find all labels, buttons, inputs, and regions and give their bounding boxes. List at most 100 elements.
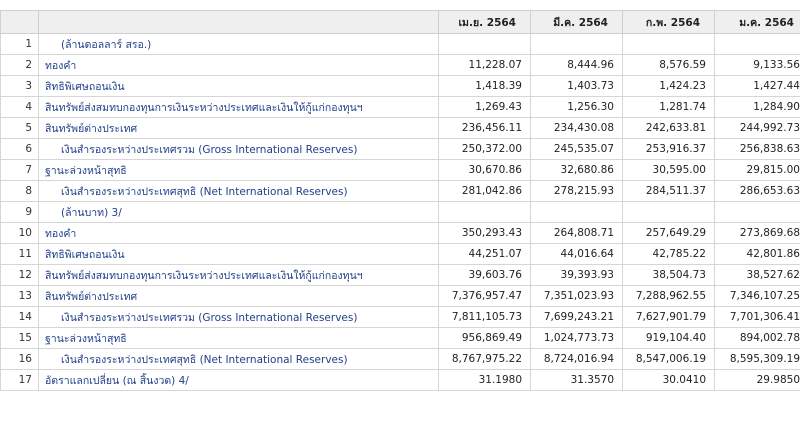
value-cell: 7,288,962.55 xyxy=(622,285,715,307)
value-cell: 7,699,243.21 xyxy=(530,306,623,328)
value-cell: 38,527.62 xyxy=(714,264,800,286)
value-cell: 39,603.76 xyxy=(438,264,531,286)
value-cell: 1,281.74 xyxy=(622,96,715,118)
row-label-link[interactable]: เงินสำรองระหว่างประเทศสุทธิ (Net Interna… xyxy=(38,348,439,370)
column-header-apr-2564[interactable]: เม.ย. 2564 xyxy=(438,10,531,34)
value-cell xyxy=(438,33,531,55)
table-row: 17 อัตราแลกเปลี่ยน (ณ สิ้นงวด) 4/31.1980 3… xyxy=(0,369,800,391)
value-cell: 8,595,309.19 xyxy=(714,348,800,370)
value-cell: 956,869.49 xyxy=(438,327,531,349)
value-cell: 242,633.81 xyxy=(622,117,715,139)
row-number: 17 xyxy=(0,369,39,391)
row-label-link[interactable]: ทองคำ xyxy=(38,54,439,76)
header-row: เม.ย. 2564 มี.ค. 2564 ก.พ. 2564 ม.ค. 256… xyxy=(0,10,800,34)
row-label-link[interactable]: ฐานะล่วงหน้าสุทธิ xyxy=(38,327,439,349)
value-cell xyxy=(714,201,800,223)
row-label-link[interactable]: ฐานะล่วงหน้าสุทธิ xyxy=(38,159,439,181)
value-cell: 257,649.29 xyxy=(622,222,715,244)
value-cell: 31.3570 xyxy=(530,369,623,391)
reserves-table-container: เม.ย. 2564 มี.ค. 2564 ก.พ. 2564 ม.ค. 256… xyxy=(0,10,800,391)
table-row: 3 สิทธิพิเศษถอนเงิน 1,418.39 1,403.73 1,424.… xyxy=(0,75,800,97)
value-cell: 1,024,773.73 xyxy=(530,327,623,349)
row-number: 12 xyxy=(0,264,39,286)
row-label-link[interactable]: เงินสำรองระหว่างประเทศรวม (Gross Interna… xyxy=(38,138,439,160)
value-cell: 8,547,006.19 xyxy=(622,348,715,370)
table-row: 6 เงินสำรองระหว่างประเทศรวม (Gross Intern… xyxy=(0,138,800,160)
row-number: 11 xyxy=(0,243,39,265)
row-label-link[interactable]: อัตราแลกเปลี่ยน (ณ สิ้นงวด) 4/ xyxy=(38,369,439,391)
value-cell: 1,403.73 xyxy=(530,75,623,97)
row-number: 2 xyxy=(0,54,39,76)
value-cell: 8,724,016.94 xyxy=(530,348,623,370)
row-number: 7 xyxy=(0,159,39,181)
value-cell: 29,815.00 xyxy=(714,159,800,181)
value-cell: 42,801.86 xyxy=(714,243,800,265)
row-label-link[interactable]: สิทธิพิเศษถอนเงิน xyxy=(38,75,439,97)
value-cell: 32,680.86 xyxy=(530,159,623,181)
row-label-link[interactable]: สิทธิพิเศษถอนเงิน xyxy=(38,243,439,265)
value-cell: 7,627,901.79 xyxy=(622,306,715,328)
row-number: 10 xyxy=(0,222,39,244)
value-cell xyxy=(622,201,715,223)
value-cell: 7,701,306.41 xyxy=(714,306,800,328)
row-label-link[interactable]: ทองคำ xyxy=(38,222,439,244)
table-row: 11 สิทธิพิเศษถอนเงิน 44,251.07 44,016.64 42,… xyxy=(0,243,800,265)
value-cell: 244,992.73 xyxy=(714,117,800,139)
column-header-jan-2564[interactable]: ม.ค. 2564 xyxy=(714,10,800,34)
value-cell: 1,418.39 xyxy=(438,75,531,97)
value-cell xyxy=(530,201,623,223)
value-cell: 31.1980 xyxy=(438,369,531,391)
table-row: 1 (ล้านดอลลาร์ สรอ.) xyxy=(0,33,800,55)
table-row: 9 (ล้านบาท) 3/ xyxy=(0,201,800,223)
table-row: 14 เงินสำรองระหว่างประเทศรวม (Gross Inter… xyxy=(0,306,800,328)
table-row: 12 สินทรัพย์ส่งสมทบกองทุนการเงินระหว่างปร… xyxy=(0,264,800,286)
value-cell: 7,376,957.47 xyxy=(438,285,531,307)
value-cell: 286,653.63 xyxy=(714,180,800,202)
value-cell: 44,016.64 xyxy=(530,243,623,265)
table-row: 4 สินทรัพย์ส่งสมทบกองทุนการเงินระหว่างประ… xyxy=(0,96,800,118)
table-row: 2 ทองคำ 11,228.07 8,444.96 8,576.59 9,133.56 xyxy=(0,54,800,76)
column-header-mar-2564[interactable]: มี.ค. 2564 xyxy=(530,10,623,34)
value-cell xyxy=(714,33,800,55)
table-row: 10 ทองคำ 350,293.43 264,808.71 257,649.29 273… xyxy=(0,222,800,244)
row-number: 1 xyxy=(0,33,39,55)
value-cell: 11,228.07 xyxy=(438,54,531,76)
value-cell xyxy=(622,33,715,55)
row-number: 14 xyxy=(0,306,39,328)
table-row: 15 ฐานะล่วงหน้าสุทธิ 956,869.49 1,024,773.7… xyxy=(0,327,800,349)
value-cell: 9,133.56 xyxy=(714,54,800,76)
value-cell: 273,869.68 xyxy=(714,222,800,244)
row-number: 13 xyxy=(0,285,39,307)
value-cell: 7,346,107.25 xyxy=(714,285,800,307)
value-cell: 42,785.22 xyxy=(622,243,715,265)
row-label-link[interactable]: สินทรัพย์ต่างประเทศ xyxy=(38,285,439,307)
row-number: 9 xyxy=(0,201,39,223)
value-cell: 8,767,975.22 xyxy=(438,348,531,370)
row-label-link[interactable]: สินทรัพย์ต่างประเทศ xyxy=(38,117,439,139)
value-cell: 29.9850 xyxy=(714,369,800,391)
table-row: 7 ฐานะล่วงหน้าสุทธิ 30,670.86 32,680.86 30,5… xyxy=(0,159,800,181)
value-cell: 278,215.93 xyxy=(530,180,623,202)
value-cell: 1,256.30 xyxy=(530,96,623,118)
row-label-link[interactable]: เงินสำรองระหว่างประเทศรวม (Gross Interna… xyxy=(38,306,439,328)
value-cell xyxy=(530,33,623,55)
header-label xyxy=(38,10,439,34)
row-label-link[interactable]: (ล้านดอลลาร์ สรอ.) xyxy=(38,33,439,55)
row-number: 6 xyxy=(0,138,39,160)
column-header-feb-2564[interactable]: ก.พ. 2564 xyxy=(622,10,715,34)
row-label-link[interactable]: สินทรัพย์ส่งสมทบกองทุนการเงินระหว่างประเ… xyxy=(38,264,439,286)
value-cell: 30.0410 xyxy=(622,369,715,391)
row-label-link[interactable]: เงินสำรองระหว่างประเทศสุทธิ (Net Interna… xyxy=(38,180,439,202)
table-row: 13 สินทรัพย์ต่างประเทศ 7,376,957.47 7,351,0… xyxy=(0,285,800,307)
value-cell: 284,511.37 xyxy=(622,180,715,202)
value-cell: 250,372.00 xyxy=(438,138,531,160)
value-cell: 894,002.78 xyxy=(714,327,800,349)
value-cell: 234,430.08 xyxy=(530,117,623,139)
row-label-link[interactable]: (ล้านบาท) 3/ xyxy=(38,201,439,223)
row-number: 15 xyxy=(0,327,39,349)
value-cell: 1,284.90 xyxy=(714,96,800,118)
row-label-link[interactable]: สินทรัพย์ส่งสมทบกองทุนการเงินระหว่างประเ… xyxy=(38,96,439,118)
table-header: เม.ย. 2564 มี.ค. 2564 ก.พ. 2564 ม.ค. 256… xyxy=(0,10,800,34)
value-cell: 245,535.07 xyxy=(530,138,623,160)
value-cell: 39,393.93 xyxy=(530,264,623,286)
